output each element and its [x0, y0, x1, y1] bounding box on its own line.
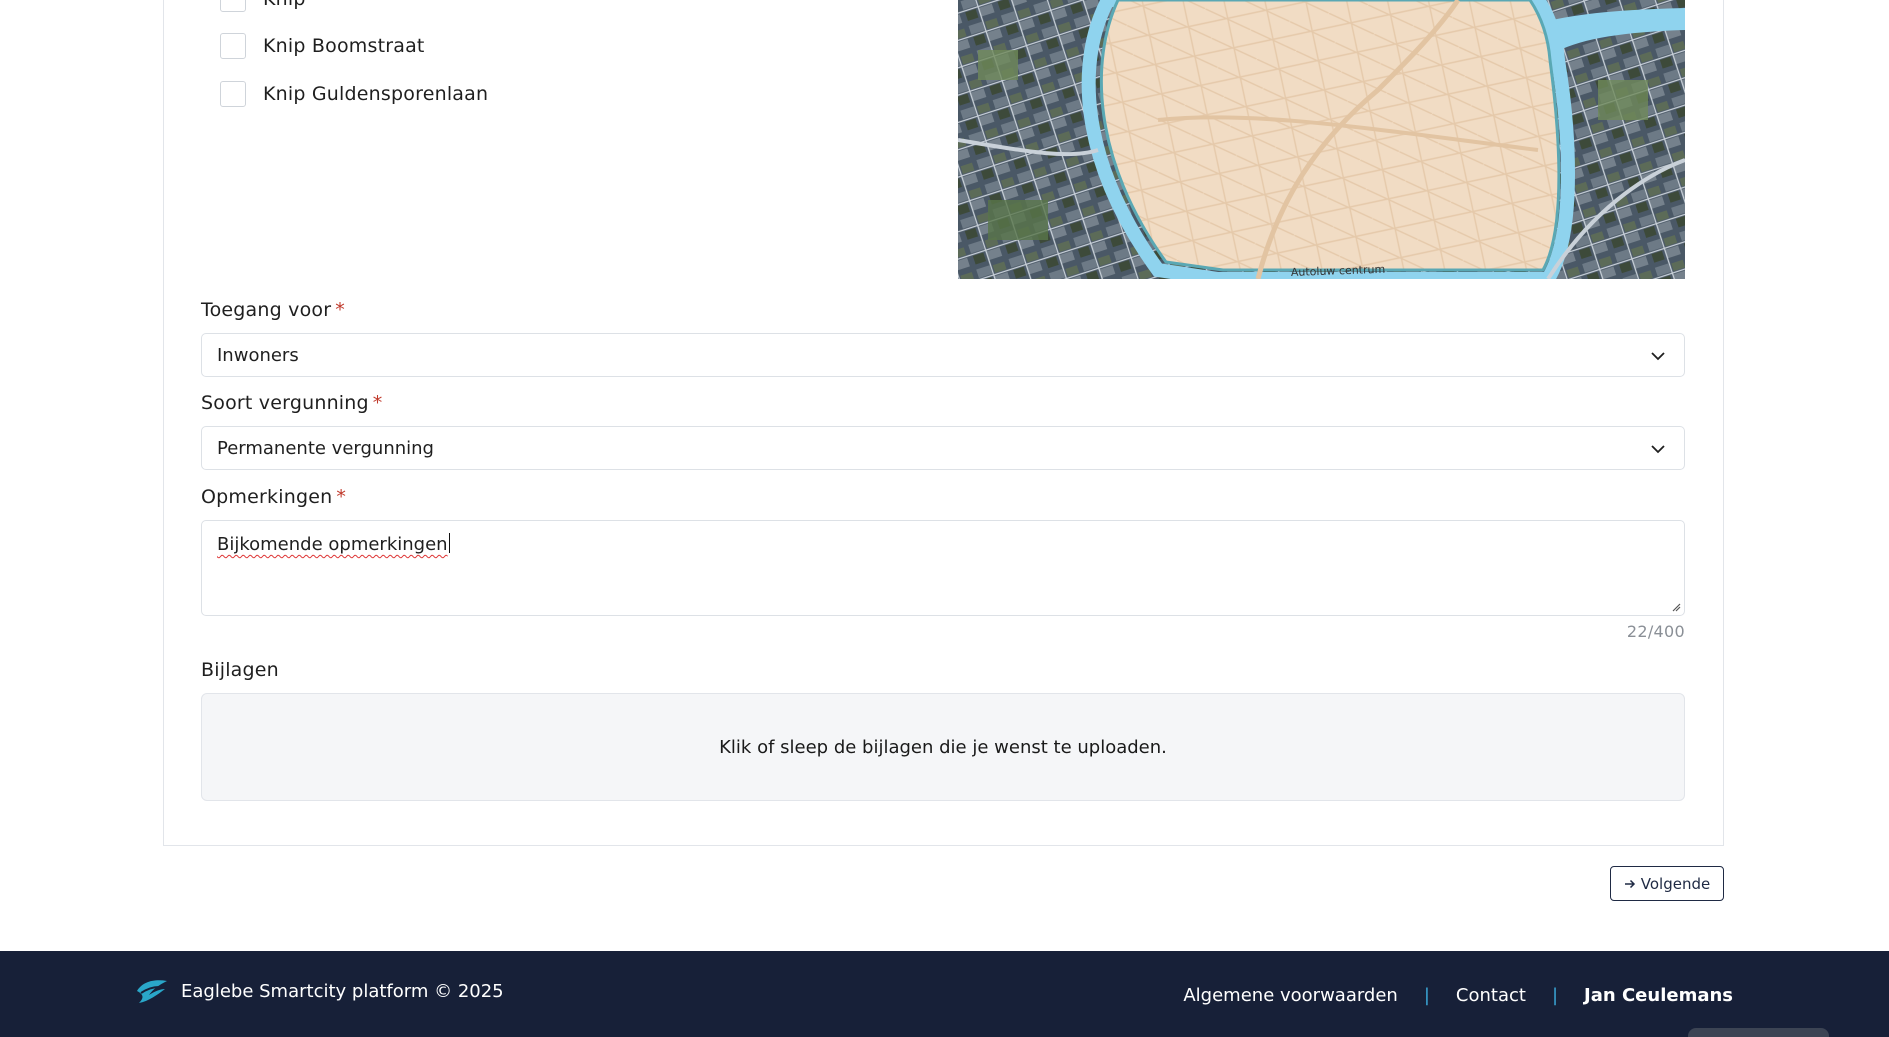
- option-knip-boomstraat[interactable]: Knip Boomstraat: [220, 33, 425, 59]
- checkbox-knip[interactable]: [220, 0, 246, 12]
- access-label-text: Toegang voor: [201, 299, 332, 321]
- arrow-right-icon: [1624, 879, 1635, 888]
- next-button-label: Volgende: [1640, 874, 1711, 893]
- chevron-down-icon: [1651, 445, 1665, 454]
- footer: Eaglebe Smartcity platform © 2025 Algeme…: [0, 951, 1889, 1037]
- user-name-link[interactable]: Jan Ceulemans: [1584, 985, 1733, 1006]
- resize-handle-icon[interactable]: [1671, 602, 1681, 612]
- text-caret: [448, 533, 450, 553]
- permit-type-select[interactable]: Permanente vergunning: [201, 426, 1685, 470]
- contact-link[interactable]: Contact: [1456, 985, 1526, 1006]
- terms-link[interactable]: Algemene voorwaarden: [1183, 985, 1397, 1006]
- footer-brand-text: Eaglebe Smartcity platform © 2025: [181, 980, 504, 1002]
- option-knip-guldensporenlaan[interactable]: Knip Guldensporenlaan: [220, 81, 488, 107]
- attachments-label: Bijlagen: [201, 659, 279, 681]
- access-label: Toegang voor *: [201, 299, 345, 321]
- access-select-value: Inwoners: [217, 344, 299, 366]
- permit-type-select-value: Permanente vergunning: [217, 437, 434, 459]
- required-mark: *: [372, 392, 383, 414]
- required-mark: *: [335, 299, 345, 321]
- footer-separator: |: [1551, 985, 1559, 1006]
- required-mark: *: [336, 486, 347, 508]
- remarks-label: Opmerkingen *: [201, 486, 346, 508]
- footer-separator: |: [1423, 985, 1430, 1006]
- map-graphic: Autoluw centrum: [958, 0, 1685, 279]
- remarks-textarea[interactable]: Bijkomende opmerkingen: [201, 520, 1685, 616]
- option-knip[interactable]: Knip: [220, 0, 306, 12]
- option-label: Knip Boomstraat: [263, 35, 425, 57]
- footer-links: Algemene voorwaarden | Contact | Jan Ceu…: [1183, 985, 1733, 1006]
- permit-type-label: Soort vergunning *: [201, 392, 383, 414]
- checkbox-knip-boomstraat[interactable]: [220, 33, 246, 59]
- remarks-text: Bijkomende opmerkingen: [217, 534, 448, 555]
- option-label: Knip: [263, 0, 306, 10]
- access-select[interactable]: Inwoners: [201, 333, 1685, 377]
- dropzone-text: Klik of sleep de bijlagen die je wenst t…: [719, 736, 1167, 758]
- eagle-logo-icon: [137, 980, 167, 1003]
- floating-tab[interactable]: [1688, 1028, 1829, 1037]
- remarks-label-text: Opmerkingen: [201, 486, 333, 508]
- attachments-dropzone[interactable]: Klik of sleep de bijlagen die je wenst t…: [201, 693, 1685, 801]
- chevron-down-icon: [1651, 352, 1665, 361]
- remarks-char-counter: 22/400: [1626, 622, 1685, 641]
- permit-type-label-text: Soort vergunning: [201, 392, 369, 414]
- footer-brand: Eaglebe Smartcity platform © 2025: [135, 977, 504, 1005]
- checkbox-knip-guldensporenlaan[interactable]: [220, 81, 246, 107]
- option-label: Knip Guldensporenlaan: [263, 83, 489, 105]
- zone-map[interactable]: Autoluw centrum: [958, 0, 1685, 279]
- next-button[interactable]: Volgende: [1610, 866, 1724, 901]
